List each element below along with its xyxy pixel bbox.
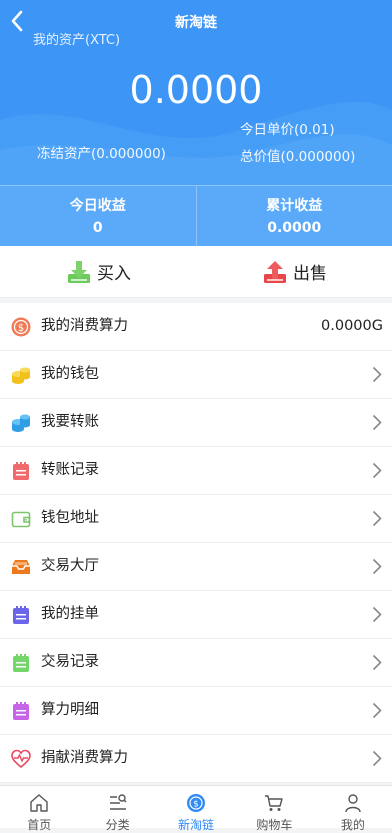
record-notebook-icon bbox=[11, 461, 31, 481]
total-value: 总价值(0.000000) bbox=[240, 145, 355, 165]
chevron-right-icon bbox=[372, 558, 382, 575]
sell-button[interactable]: 出售 bbox=[196, 246, 392, 297]
heart-pulse-icon bbox=[11, 749, 31, 769]
cart-icon bbox=[264, 793, 284, 813]
chevron-right-icon bbox=[372, 510, 382, 527]
tab-label: 分类 bbox=[78, 816, 156, 833]
order-notebook-icon bbox=[11, 605, 31, 625]
user-icon bbox=[343, 793, 363, 813]
list-item-label: 钱包地址 bbox=[41, 495, 99, 542]
list-item-wallet-address[interactable]: 钱包地址 bbox=[0, 495, 392, 543]
total-earnings: 累计收益 0.0000 bbox=[196, 186, 392, 246]
chevron-right-icon bbox=[372, 654, 382, 671]
asset-balance: 0.0000 bbox=[0, 68, 392, 112]
list-item-transfer-records[interactable]: 转账记录 bbox=[0, 447, 392, 495]
sell-label: 出售 bbox=[293, 259, 327, 284]
chevron-right-icon bbox=[372, 750, 382, 767]
list-item-label: 我的钱包 bbox=[41, 351, 99, 398]
chevron-right-icon bbox=[372, 366, 382, 383]
consumption-power-value: 0.0000G bbox=[321, 303, 383, 350]
list-item-power-details[interactable]: 算力明细 bbox=[0, 687, 392, 735]
tab-label: 购物车 bbox=[235, 816, 313, 833]
tab-home[interactable]: 首页 bbox=[0, 786, 78, 828]
list-item-label: 交易记录 bbox=[41, 639, 99, 686]
trade-actions: 买入 出售 bbox=[0, 246, 392, 298]
list-item-label: 转账记录 bbox=[41, 447, 99, 494]
download-arrow-icon bbox=[65, 258, 93, 286]
chevron-right-icon bbox=[372, 414, 382, 431]
coins-stack-icon bbox=[11, 365, 31, 385]
transfer-coins-icon bbox=[11, 413, 31, 433]
chain-coin-icon: $ bbox=[186, 793, 206, 813]
total-earnings-title: 累计收益 bbox=[197, 196, 392, 216]
list-item-transfer[interactable]: 我要转账 bbox=[0, 399, 392, 447]
tab-label: 我的 bbox=[314, 816, 392, 833]
tab-cart[interactable]: 购物车 bbox=[235, 786, 313, 828]
list-item-label: 我的挂单 bbox=[41, 591, 99, 638]
buy-label: 买入 bbox=[97, 259, 131, 284]
menu-list: $ 我的消费算力 0.0000G 我的钱包 我要转账 转账记录 钱包地址 交易大… bbox=[0, 303, 392, 783]
tab-label: 首页 bbox=[0, 816, 78, 833]
svg-text:$: $ bbox=[193, 800, 199, 810]
asset-label: 我的资产(XTC) bbox=[33, 29, 120, 48]
coin-icon: $ bbox=[11, 317, 31, 337]
chevron-right-icon bbox=[372, 702, 382, 719]
tab-label: 新淘链 bbox=[157, 816, 235, 833]
list-item-my-orders[interactable]: 我的挂单 bbox=[0, 591, 392, 639]
today-earnings: 今日收益 0 bbox=[0, 186, 196, 246]
detail-notebook-icon bbox=[11, 701, 31, 721]
bottom-tab-bar: 首页 分类 $ 新淘链 购物车 我的 bbox=[0, 785, 392, 828]
asset-header: 新淘链 我的资产(XTC) 0.0000 今日单价(0.01) 冻结资产(0.0… bbox=[0, 0, 392, 185]
wallet-icon bbox=[11, 509, 31, 529]
tab-category[interactable]: 分类 bbox=[78, 786, 156, 828]
buy-button[interactable]: 买入 bbox=[0, 246, 196, 297]
list-item-label: 交易大厅 bbox=[41, 543, 99, 590]
list-item-label: 算力明细 bbox=[41, 687, 99, 734]
tab-chain[interactable]: $ 新淘链 bbox=[157, 786, 235, 828]
chevron-right-icon bbox=[372, 462, 382, 479]
svg-text:$: $ bbox=[18, 323, 24, 334]
today-earnings-value: 0 bbox=[0, 218, 196, 238]
frozen-assets: 冻结资产(0.000000) bbox=[37, 142, 166, 162]
list-item-consumption-power[interactable]: $ 我的消费算力 0.0000G bbox=[0, 303, 392, 351]
earnings-panel: 今日收益 0 累计收益 0.0000 bbox=[0, 185, 392, 246]
list-item-label: 捐献消费算力 bbox=[41, 735, 128, 782]
list-item-my-wallet[interactable]: 我的钱包 bbox=[0, 351, 392, 399]
trading-hall-icon bbox=[11, 557, 31, 577]
unit-price: 今日单价(0.01) bbox=[240, 118, 335, 138]
tab-me[interactable]: 我的 bbox=[314, 786, 392, 828]
today-earnings-title: 今日收益 bbox=[0, 196, 196, 216]
list-item-label: 我的消费算力 bbox=[41, 303, 128, 350]
upload-arrow-icon bbox=[261, 258, 289, 286]
list-item-trade-records[interactable]: 交易记录 bbox=[0, 639, 392, 687]
list-item-donate-power[interactable]: 捐献消费算力 bbox=[0, 735, 392, 783]
category-icon bbox=[108, 793, 128, 813]
total-earnings-value: 0.0000 bbox=[197, 218, 392, 238]
chevron-right-icon bbox=[372, 606, 382, 623]
list-item-label: 我要转账 bbox=[41, 399, 99, 446]
trade-record-icon bbox=[11, 653, 31, 673]
list-item-trading-hall[interactable]: 交易大厅 bbox=[0, 543, 392, 591]
home-icon bbox=[29, 793, 49, 813]
